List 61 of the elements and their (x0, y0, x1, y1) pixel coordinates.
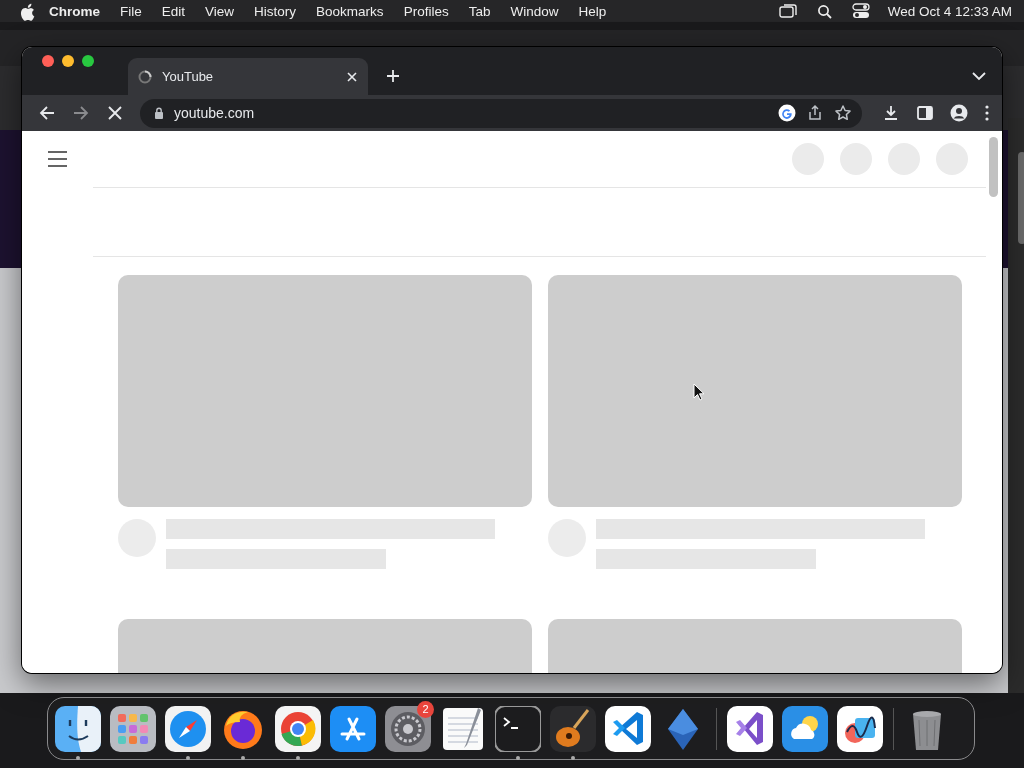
google-icon[interactable] (778, 104, 796, 122)
mouse-cursor (693, 383, 705, 401)
menu-item[interactable]: Tab (458, 3, 501, 19)
running-indicator (571, 755, 575, 760)
menu-bar-clock[interactable]: Wed Oct 4 12:33 AM (887, 3, 1012, 19)
address-bar[interactable]: youtube.com (140, 98, 862, 128)
guitar-icon[interactable] (550, 705, 596, 752)
code-editor-icon[interactable] (727, 705, 773, 752)
drawing-board-icon[interactable] (837, 705, 883, 752)
loading-spinner-icon (138, 69, 152, 84)
dock-item[interactable]: 2 (384, 698, 432, 759)
address-text: youtube.com (174, 105, 256, 121)
running-indicator (516, 755, 520, 760)
terminal-icon[interactable] (495, 705, 541, 752)
profile-icon[interactable] (950, 104, 968, 122)
app-grid-icon[interactable] (110, 705, 156, 752)
share-icon[interactable] (806, 104, 824, 122)
more-menu-icon[interactable] (984, 104, 990, 122)
app-menu[interactable]: Chrome (35, 3, 110, 19)
menu-item[interactable]: Bookmarks (306, 3, 394, 19)
new-tab-icon[interactable] (386, 69, 400, 83)
weather-icon[interactable] (782, 705, 828, 752)
lock-icon[interactable] (154, 107, 164, 119)
star-icon[interactable] (834, 104, 852, 122)
menu-item[interactable]: File (110, 3, 152, 19)
menu-item[interactable]: History (244, 3, 307, 19)
running-indicator (296, 755, 300, 760)
notification-badge: 2 (417, 700, 434, 718)
code-editor-icon[interactable] (605, 705, 651, 752)
menu-icon[interactable] (48, 151, 67, 167)
side-panel-icon[interactable] (916, 104, 934, 122)
minimize-button[interactable] (62, 55, 74, 67)
download-icon[interactable] (882, 104, 900, 122)
gear-icon[interactable] (385, 705, 431, 752)
apple-logo[interactable] (20, 1, 35, 21)
running-indicator (186, 755, 190, 760)
app-store-icon[interactable] (330, 705, 376, 752)
search-icon[interactable] (816, 3, 832, 19)
menu-item[interactable]: Profiles (393, 3, 459, 19)
scrollbar-thumb[interactable] (989, 137, 998, 197)
compass-icon[interactable] (165, 705, 211, 752)
running-indicator (241, 755, 245, 760)
menu-item[interactable]: Edit (151, 3, 196, 19)
toggles-icon[interactable] (851, 3, 870, 19)
forward-icon[interactable] (72, 104, 90, 122)
windows-icon[interactable] (778, 3, 797, 19)
close-button[interactable] (42, 55, 54, 67)
menu-item[interactable]: View (195, 3, 245, 19)
menu-item[interactable]: Help (568, 3, 617, 19)
zoom-button[interactable] (82, 55, 94, 67)
close-icon[interactable] (346, 70, 358, 83)
stop-icon[interactable] (106, 104, 124, 122)
chrome-icon[interactable] (275, 705, 321, 752)
menu-item[interactable]: Window (500, 3, 569, 19)
tab-search-icon[interactable] (972, 72, 986, 81)
browser-tab[interactable]: YouTube (128, 58, 368, 95)
tab-title: YouTube (162, 69, 215, 84)
back-icon[interactable] (38, 104, 56, 122)
running-indicator (76, 755, 80, 760)
face-app-icon[interactable] (55, 705, 101, 752)
notepad-icon[interactable] (440, 705, 486, 752)
